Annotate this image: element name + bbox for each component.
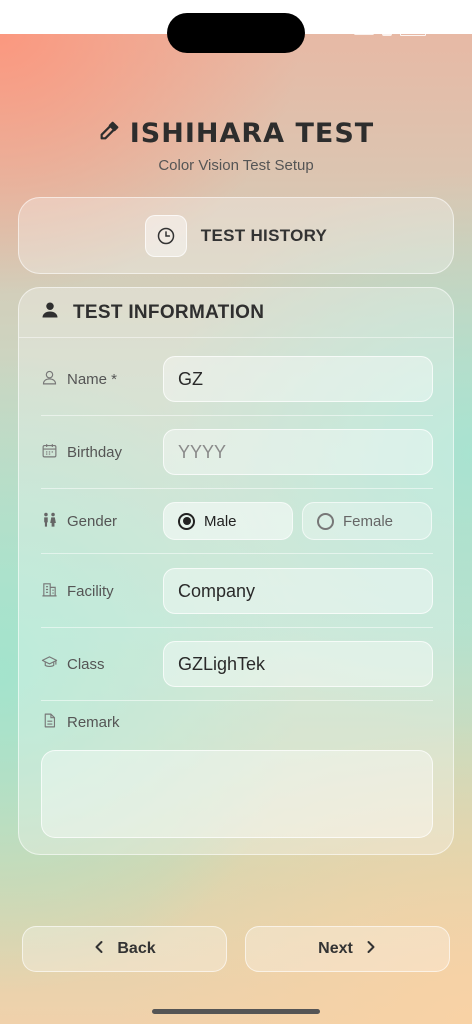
- page-title: ISHIHARA TEST: [129, 118, 375, 149]
- birthday-label: Birthday: [67, 443, 123, 461]
- name-row: Name * GZ: [41, 356, 433, 402]
- divider: [41, 700, 433, 701]
- document-icon: [41, 712, 58, 733]
- building-icon: [41, 581, 58, 602]
- test-history-label: TEST HISTORY: [200, 225, 328, 245]
- divider: [41, 488, 433, 489]
- remark-row: Remark: [41, 712, 433, 733]
- divider: [41, 415, 433, 416]
- calendar-icon: [41, 442, 58, 463]
- dynamic-island: [167, 13, 305, 53]
- page-subtitle: Color Vision Test Setup: [158, 157, 314, 174]
- gender-option-label: Male: [204, 512, 237, 530]
- birthday-field[interactable]: YYYY: [163, 429, 433, 475]
- gender-option-label: Female: [343, 512, 394, 530]
- clock-icon: [144, 214, 187, 257]
- gender-label: Gender: [67, 512, 118, 530]
- class-field[interactable]: GZLighTek: [163, 641, 433, 687]
- wifi-icon: [382, 30, 392, 36]
- status-icons: [354, 30, 426, 36]
- user-outline-icon: [41, 369, 58, 390]
- battery-icon: [400, 30, 426, 36]
- remark-label: Remark: [67, 714, 120, 731]
- graduation-cap-icon: [41, 654, 58, 675]
- gender-option-female[interactable]: Female: [302, 502, 432, 540]
- test-information-title: TEST INFORMATION: [73, 301, 265, 323]
- radio-selected-icon: [178, 512, 195, 530]
- next-label: Next: [318, 940, 353, 957]
- next-button[interactable]: Next: [245, 926, 450, 972]
- page-header: ISHIHARA TEST Color Vision Test Setup: [0, 118, 472, 174]
- name-label: Name *: [67, 370, 118, 388]
- class-row: Class GZLighTek: [41, 641, 433, 687]
- back-button[interactable]: Back: [22, 926, 227, 972]
- facility-label: Facility: [67, 582, 114, 600]
- radio-unselected-icon: [317, 512, 334, 530]
- people-icon: [41, 511, 58, 532]
- test-information-card: TEST INFORMATION Name * GZ Birthday YYYY…: [18, 287, 454, 855]
- divider: [41, 553, 433, 554]
- divider: [41, 627, 433, 628]
- signal-icon: [354, 31, 374, 35]
- remark-textarea[interactable]: [41, 750, 433, 838]
- name-field[interactable]: GZ: [163, 356, 433, 402]
- home-indicator[interactable]: [152, 1009, 320, 1014]
- class-label: Class: [67, 655, 105, 673]
- back-label: Back: [117, 940, 156, 957]
- person-icon: [41, 301, 59, 324]
- test-information-header: TEST INFORMATION: [19, 288, 453, 338]
- facility-field[interactable]: Company: [163, 568, 433, 614]
- chevron-left-icon: [93, 940, 105, 959]
- eyedropper-icon: [98, 120, 120, 147]
- test-history-button[interactable]: TEST HISTORY: [18, 197, 454, 274]
- status-time: 11:14: [66, 22, 112, 34]
- birthday-row: Birthday YYYY: [41, 429, 433, 475]
- gender-options: Male Female: [163, 502, 432, 540]
- gender-row: Gender Male Female: [41, 502, 433, 540]
- chevron-right-icon: [365, 940, 377, 959]
- gender-option-male[interactable]: Male: [163, 502, 293, 540]
- facility-row: Facility Company: [41, 568, 433, 614]
